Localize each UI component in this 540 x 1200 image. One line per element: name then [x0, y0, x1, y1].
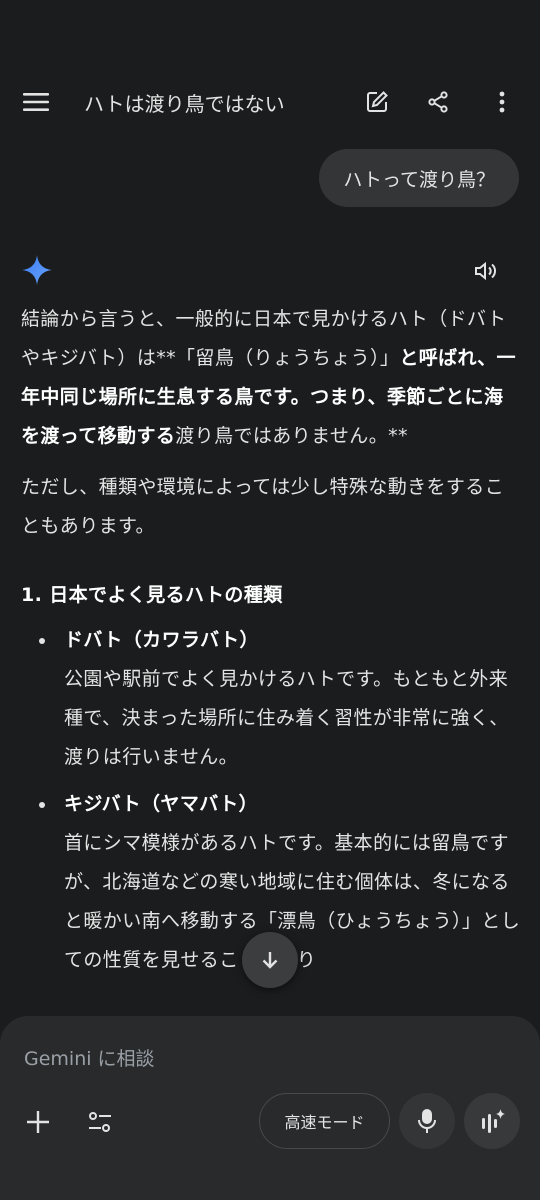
user-message-bubble[interactable]: ハトって渡り鳥？ [319, 149, 519, 207]
menu-icon[interactable] [18, 84, 54, 120]
section-heading: 1. 日本でよく見るハトの種類 [21, 584, 283, 606]
response-paragraph-1: 結論から言うと、一般的に日本で見かけるハト（ドバトやキジバト）は**「留鳥（りょ… [21, 308, 516, 447]
app-screen: ハトは渡り鳥ではない ハトって渡り鳥？ 結論から言うと、一般的に日本で見かけるハ… [0, 0, 540, 1200]
arrow-down-icon [262, 952, 278, 969]
microphone-icon[interactable] [399, 1093, 455, 1149]
list-item-term: キジバト（ヤマバト） [64, 793, 259, 815]
gemini-response: 結論から言うと、一般的に日本で見かけるハト（ドバトやキジバト）は**「留鳥（りょ… [21, 300, 521, 988]
add-icon[interactable] [20, 1104, 56, 1140]
top-app-bar: ハトは渡り鳥ではない [0, 70, 540, 134]
edit-icon[interactable] [359, 84, 395, 120]
prompt-composer: Gemini に相談 高速モード [0, 1016, 540, 1200]
tools-icon[interactable] [82, 1104, 118, 1140]
list-item-description: 公園や駅前でよく見かけるハトです。もともと外来種で、決まった場所に住み着く習性が… [64, 668, 509, 768]
read-aloud-icon[interactable] [470, 255, 502, 287]
bullet-icon [39, 638, 45, 644]
list-item-term: ドバト（カワラバト） [64, 629, 259, 651]
chat-title[interactable]: ハトは渡り鳥ではない [84, 88, 285, 117]
more-vert-icon[interactable] [484, 84, 520, 120]
fast-mode-button[interactable]: 高速モード [259, 1093, 390, 1149]
share-icon[interactable] [420, 84, 456, 120]
list-item: ドバト（カワラバト） 公園や駅前でよく見かけるハトです。もともと外来種で、決まっ… [21, 621, 521, 777]
prompt-input[interactable]: Gemini に相談 [24, 1044, 155, 1071]
gemini-sparkle-icon [21, 254, 53, 286]
bullet-icon [39, 802, 45, 808]
gemini-live-icon[interactable] [464, 1093, 520, 1149]
scroll-to-bottom-button[interactable] [242, 932, 298, 988]
response-paragraph-2: ただし、種類や環境によっては少し特殊な動きをすることもあります。 [21, 476, 505, 537]
